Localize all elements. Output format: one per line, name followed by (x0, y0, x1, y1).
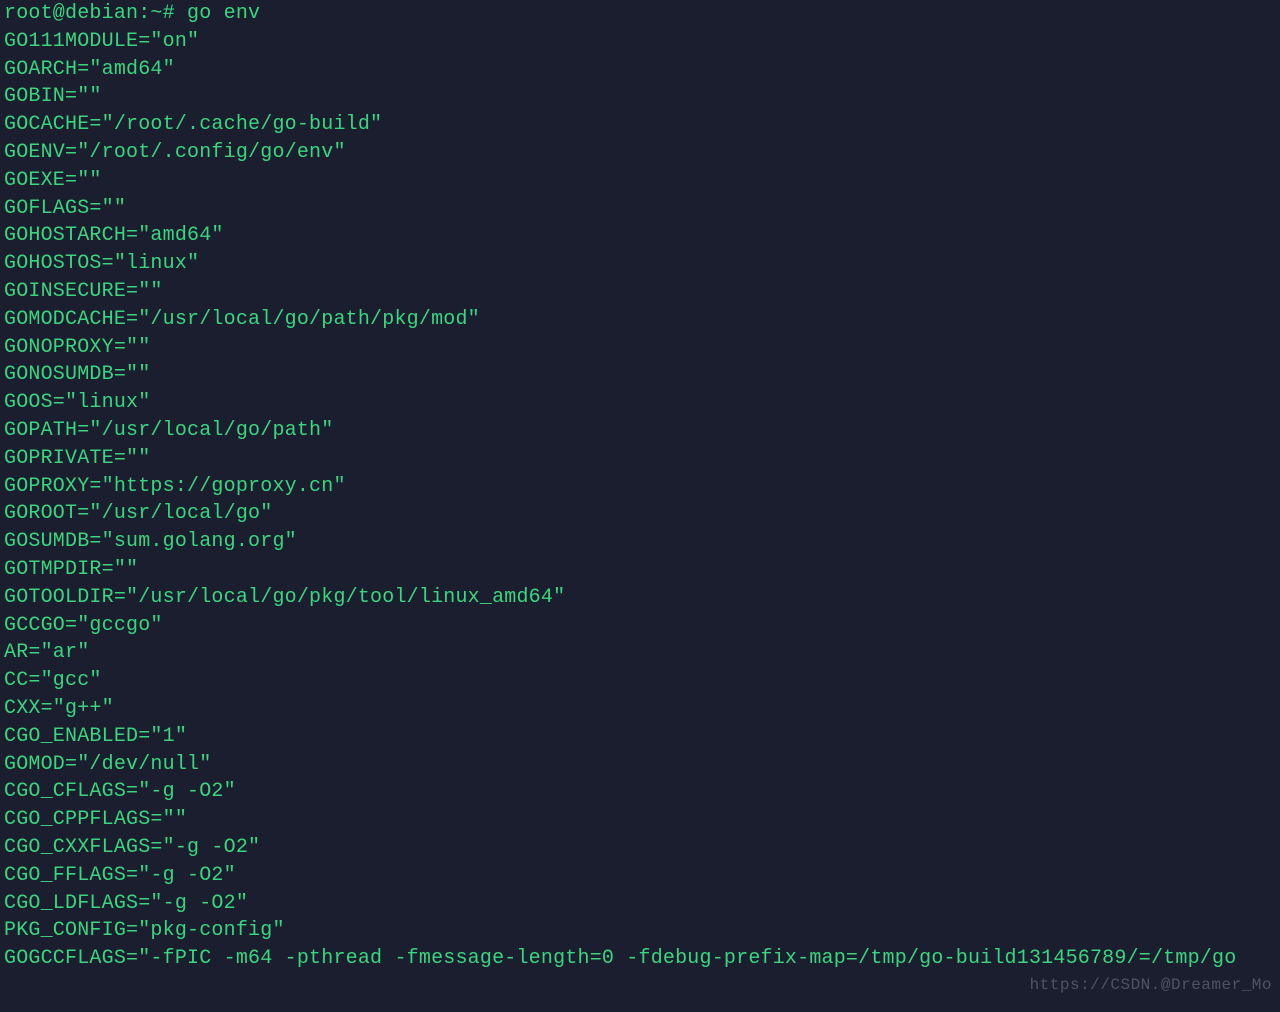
env-line: GOFLAGS="" (4, 195, 1276, 223)
command-line: root@debian:~# go env (4, 0, 1276, 28)
env-line: GO111MODULE="on" (4, 28, 1276, 56)
env-line: GOEXE="" (4, 167, 1276, 195)
env-line: GOMODCACHE="/usr/local/go/path/pkg/mod" (4, 306, 1276, 334)
env-line: GOTMPDIR="" (4, 556, 1276, 584)
env-line: CGO_CXXFLAGS="-g -O2" (4, 834, 1276, 862)
env-line: CGO_FFLAGS="-g -O2" (4, 862, 1276, 890)
env-line: GOPRIVATE="" (4, 445, 1276, 473)
env-line: GOCACHE="/root/.cache/go-build" (4, 111, 1276, 139)
terminal-output[interactable]: root@debian:~# go env GO111MODULE="on" G… (4, 0, 1276, 973)
env-line: GOTOOLDIR="/usr/local/go/pkg/tool/linux_… (4, 584, 1276, 612)
env-line: GCCGO="gccgo" (4, 612, 1276, 640)
env-line: GONOSUMDB="" (4, 361, 1276, 389)
env-line: CGO_CFLAGS="-g -O2" (4, 778, 1276, 806)
env-line: GOHOSTARCH="amd64" (4, 222, 1276, 250)
env-line: GOENV="/root/.config/go/env" (4, 139, 1276, 167)
env-line: GOGCCFLAGS="-fPIC -m64 -pthread -fmessag… (4, 945, 1276, 973)
env-line: GOPATH="/usr/local/go/path" (4, 417, 1276, 445)
env-line: CXX="g++" (4, 695, 1276, 723)
command-text: go env (187, 2, 260, 25)
env-line: CGO_LDFLAGS="-g -O2" (4, 890, 1276, 918)
env-line: GONOPROXY="" (4, 334, 1276, 362)
env-line: GOBIN="" (4, 83, 1276, 111)
env-line: GOINSECURE="" (4, 278, 1276, 306)
env-line: GOHOSTOS="linux" (4, 250, 1276, 278)
shell-prompt: root@debian:~# (4, 2, 187, 25)
env-line: GOPROXY="https://goproxy.cn" (4, 473, 1276, 501)
env-line: AR="ar" (4, 639, 1276, 667)
env-line: GOSUMDB="sum.golang.org" (4, 528, 1276, 556)
env-line: CC="gcc" (4, 667, 1276, 695)
env-line: GOROOT="/usr/local/go" (4, 500, 1276, 528)
watermark-text: https://CSDN.@Dreamer_Mo (1030, 972, 1272, 1000)
env-line: GOOS="linux" (4, 389, 1276, 417)
env-line: GOMOD="/dev/null" (4, 751, 1276, 779)
env-line: CGO_CPPFLAGS="" (4, 806, 1276, 834)
env-line: CGO_ENABLED="1" (4, 723, 1276, 751)
env-line: PKG_CONFIG="pkg-config" (4, 917, 1276, 945)
env-line: GOARCH="amd64" (4, 56, 1276, 84)
